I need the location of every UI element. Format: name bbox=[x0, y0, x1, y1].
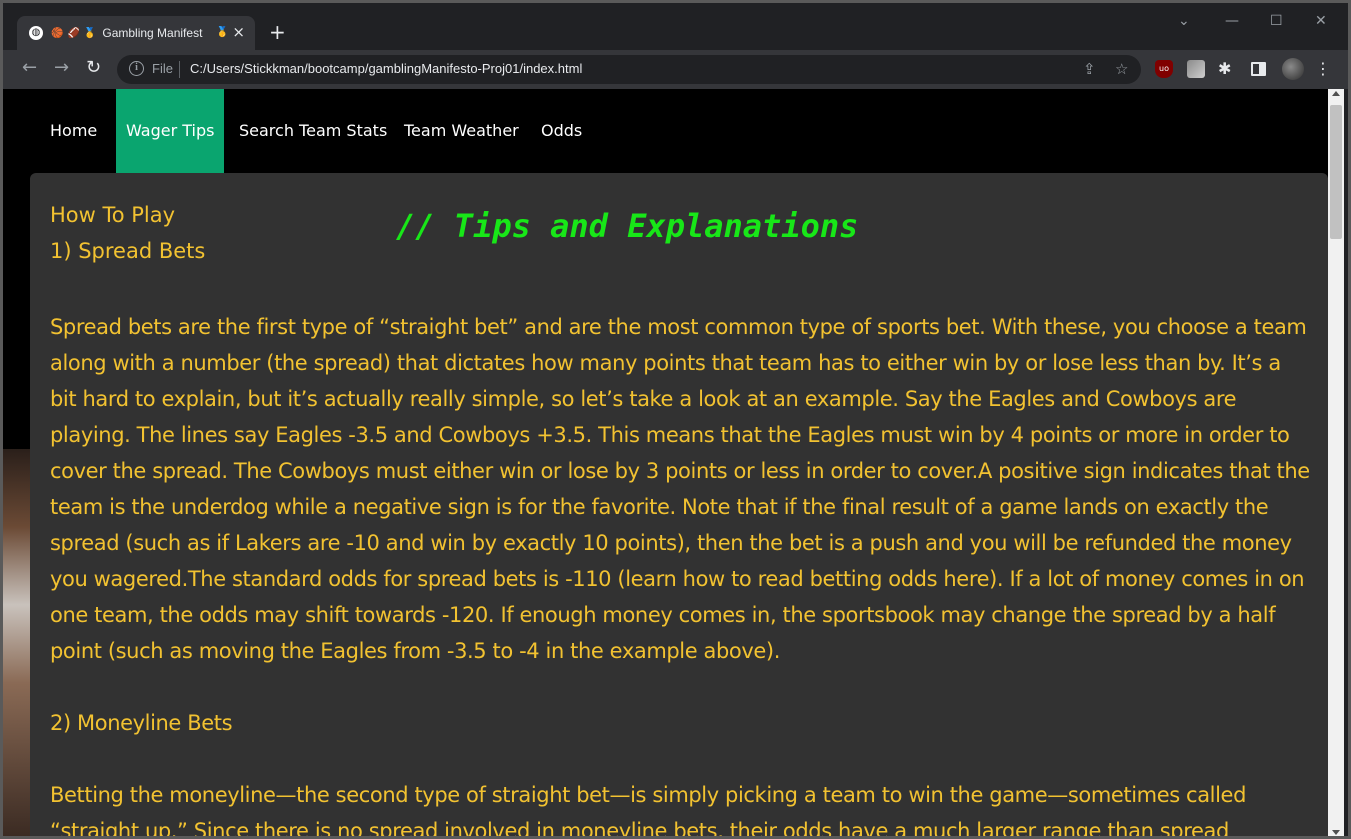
card-header: How To Play 1) Spread Bets // Tips and E… bbox=[50, 197, 1308, 273]
globe-icon: ◍ bbox=[29, 26, 43, 40]
ublock-icon[interactable]: uo bbox=[1155, 60, 1173, 78]
medal-icon: 🥇 bbox=[83, 27, 97, 39]
scroll-down-arrow-icon[interactable] bbox=[1332, 830, 1340, 835]
browser-tab[interactable]: ◍ 🏀 🏈 🥇 Gambling Manifest 🥇 × bbox=[17, 16, 255, 50]
minimize-icon[interactable]: — bbox=[1225, 13, 1239, 29]
nav-wager-tips[interactable]: Wager Tips bbox=[116, 89, 225, 173]
how-to-play-label: How To Play bbox=[50, 203, 176, 227]
moneyline-bets-text: Betting the moneyline—the second type of… bbox=[50, 783, 1246, 839]
medal-icon: 🥇 bbox=[216, 27, 229, 38]
chevron-down-icon[interactable]: ⌄ bbox=[1178, 13, 1190, 29]
url-text[interactable]: C:/Users/Stickkman/bootcamp/gamblingMani… bbox=[190, 61, 582, 76]
page-title: // Tips and Explanations bbox=[396, 207, 859, 245]
new-tab-icon[interactable]: + bbox=[269, 21, 286, 43]
share-icon[interactable]: ⇪ bbox=[1083, 60, 1096, 78]
kebab-menu-icon[interactable]: ⋮ bbox=[1315, 60, 1331, 78]
bookmark-star-icon[interactable]: ☆ bbox=[1115, 60, 1128, 78]
omnibox-scheme-label: File bbox=[152, 61, 173, 76]
close-icon[interactable]: × bbox=[232, 24, 245, 40]
spread-bets-heading: 1) Spread Bets bbox=[50, 239, 206, 263]
side-panel-icon[interactable] bbox=[1251, 62, 1266, 76]
browser-window: ◍ 🏀 🏈 🥇 Gambling Manifest 🥇 × + ⌄ — ☐ ✕ … bbox=[0, 0, 1351, 839]
profile-avatar[interactable] bbox=[1282, 58, 1304, 80]
nav-odds[interactable]: Odds bbox=[531, 89, 592, 173]
extension-icon[interactable] bbox=[1187, 60, 1205, 78]
page-scrollbar[interactable] bbox=[1328, 89, 1344, 836]
page-viewport: Home Wager Tips Search Team Stats Team W… bbox=[3, 89, 1328, 839]
how-to-play-heading: How To Play 1) Spread Bets bbox=[50, 197, 205, 269]
scroll-up-arrow-icon[interactable] bbox=[1332, 91, 1340, 96]
basketball-icon: 🏀 bbox=[51, 27, 64, 39]
tab-strip: ◍ 🏀 🏈 🥇 Gambling Manifest 🥇 × + ⌄ — ☐ ✕ bbox=[3, 3, 1348, 50]
nav-team-weather[interactable]: Team Weather bbox=[394, 89, 529, 173]
back-icon[interactable]: ← bbox=[22, 58, 37, 78]
window-close-icon[interactable]: ✕ bbox=[1315, 13, 1327, 29]
scroll-thumb[interactable] bbox=[1330, 105, 1342, 239]
nav-home[interactable]: Home bbox=[40, 89, 107, 173]
forward-icon[interactable]: → bbox=[54, 58, 69, 78]
reload-icon[interactable]: ↻ bbox=[86, 58, 101, 78]
spread-bets-text: Spread bets are the first type of “strai… bbox=[50, 315, 1310, 663]
address-bar[interactable]: i File C:/Users/Stickkman/bootcamp/gambl… bbox=[117, 55, 1141, 84]
background-image bbox=[3, 449, 33, 836]
moneyline-bets-heading: 2) Moneyline Bets bbox=[50, 711, 233, 735]
tab-title: Gambling Manifest bbox=[102, 26, 203, 40]
football-icon: 🏈 bbox=[67, 27, 80, 39]
info-icon[interactable]: i bbox=[129, 61, 144, 76]
browser-toolbar: ← → ↻ i File C:/Users/Stickkman/bootcamp… bbox=[3, 50, 1348, 89]
site-navbar: Home Wager Tips Search Team Stats Team W… bbox=[3, 89, 1328, 173]
maximize-icon[interactable]: ☐ bbox=[1270, 13, 1283, 29]
nav-search-team-stats[interactable]: Search Team Stats bbox=[229, 89, 397, 173]
omnibox-divider bbox=[179, 61, 180, 78]
puzzle-icon[interactable]: ✱ bbox=[1218, 60, 1236, 78]
tips-card: How To Play 1) Spread Bets // Tips and E… bbox=[30, 173, 1328, 839]
